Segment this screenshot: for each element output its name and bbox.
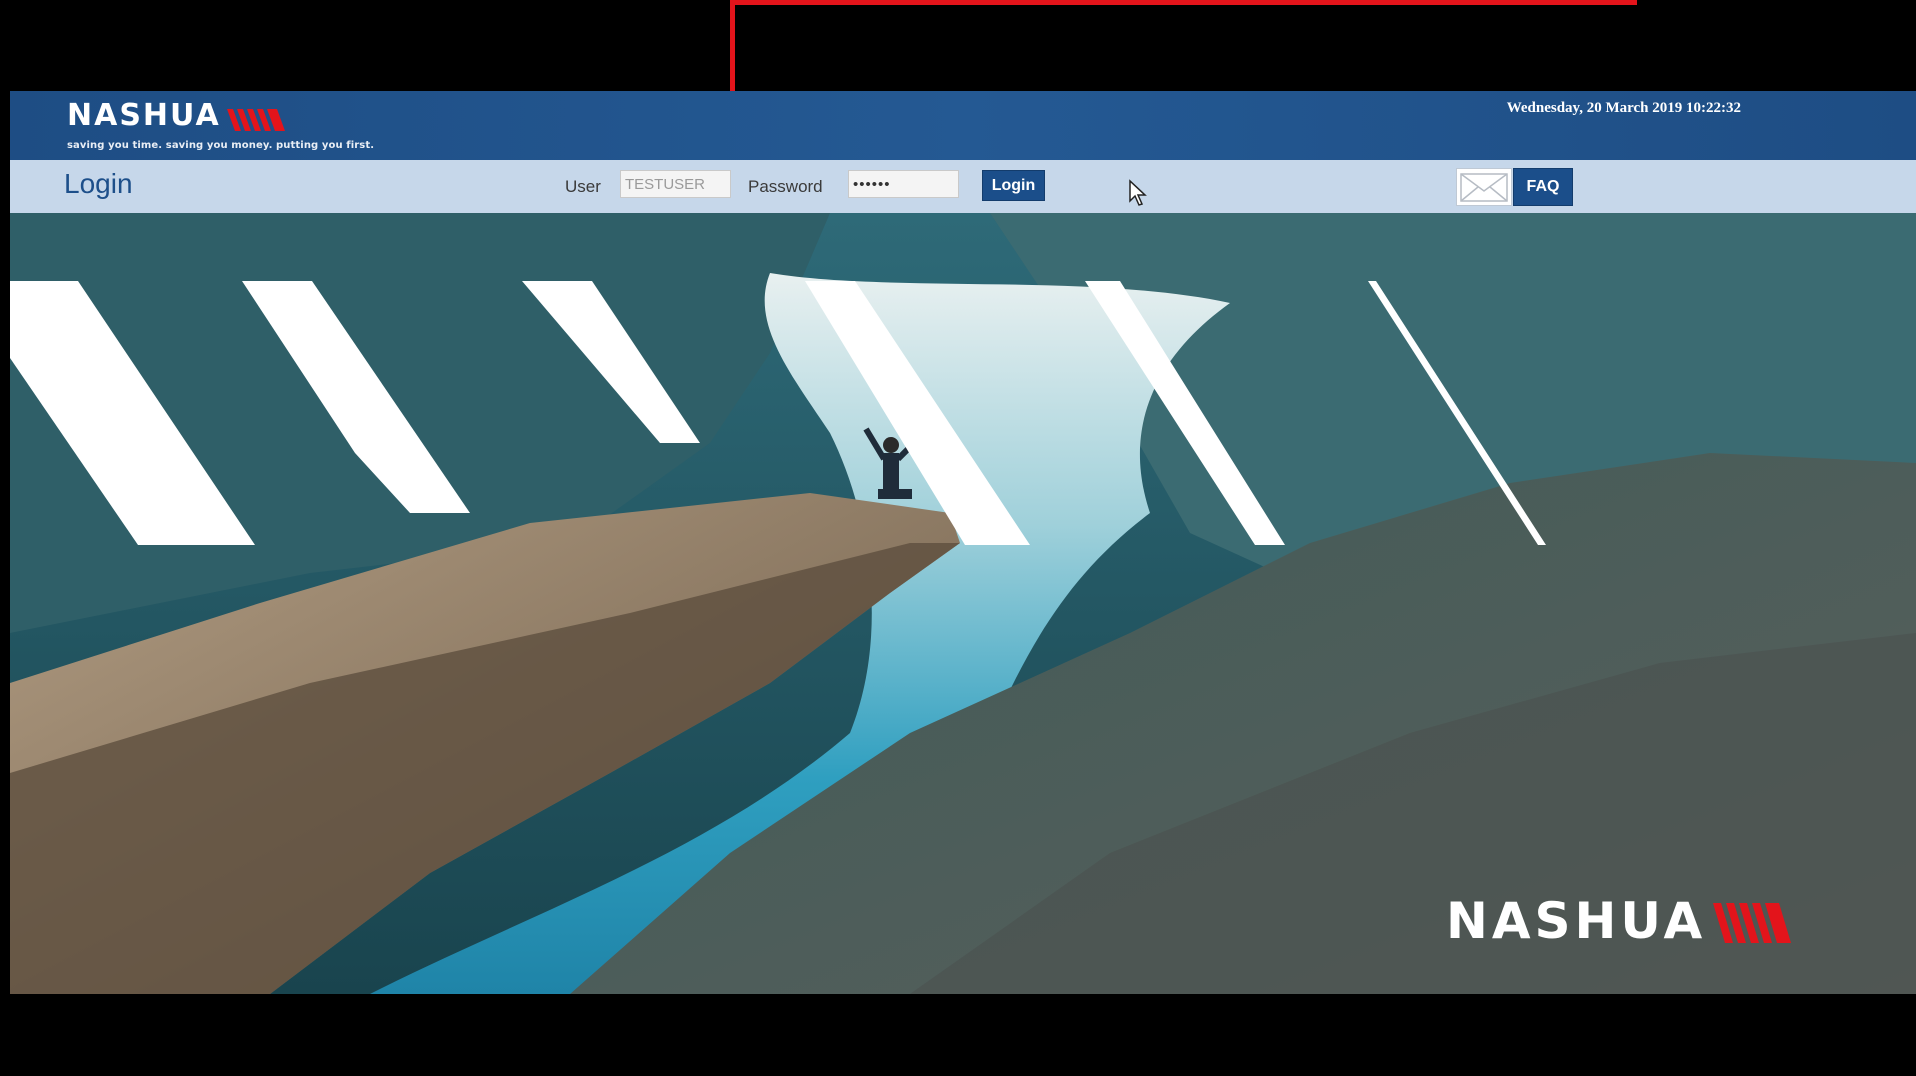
hero-image: [10, 213, 1916, 994]
hero-brand-name: NASHUA: [1446, 892, 1707, 950]
user-label: User: [565, 177, 601, 196]
callout-line-top: [730, 0, 1637, 5]
brand-tagline: saving you time. saving you money. putti…: [67, 140, 375, 151]
login-bar: Login User Password Login FAQ: [10, 160, 1916, 213]
hero-brand-stripes-icon: [1712, 903, 1797, 948]
user-input[interactable]: [620, 170, 731, 198]
brand-name: NASHUA: [67, 98, 221, 133]
cursor-icon: [1128, 179, 1148, 212]
current-datetime: Wednesday, 20 March 2019 10:22:32: [1506, 100, 1741, 116]
faq-button[interactable]: FAQ: [1513, 168, 1573, 206]
password-label: Password: [748, 177, 823, 196]
brand-logo: NASHUA saving you time. saving you money…: [67, 98, 375, 152]
app-window: NASHUA saving you time. saving you money…: [10, 91, 1916, 994]
page-title: Login: [64, 168, 133, 199]
login-button[interactable]: Login: [982, 170, 1045, 201]
brand-stripes-icon: [227, 109, 291, 136]
header-bar: NASHUA saving you time. saving you money…: [10, 91, 1916, 160]
mail-icon[interactable]: [1456, 168, 1512, 206]
password-input[interactable]: [848, 170, 959, 198]
hero-brand-logo: NASHUA: [1446, 893, 1797, 949]
hero-landscape: [10, 213, 1916, 994]
